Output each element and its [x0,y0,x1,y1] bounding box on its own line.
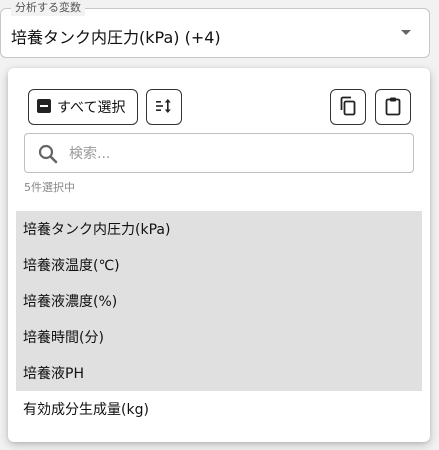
search-box[interactable] [24,133,414,173]
list-item[interactable]: 培養タンク内圧力(kPa) [16,211,422,247]
select-all-button[interactable]: すべて選択 [28,89,138,125]
variable-select-value: 培養タンク内圧力(kPa) (+4) [11,28,221,47]
copy-button[interactable] [330,89,366,125]
list-item[interactable]: 培養液温度(℃) [16,247,422,283]
copy-icon [338,96,358,119]
list-item-label: 培養液濃度(%) [23,294,118,310]
variable-list: 培養タンク内圧力(kPa) 培養液温度(℃) 培養液濃度(%) 培養時間(分) … [16,211,422,427]
search-icon [37,143,59,165]
dropdown-panel: すべて選択 検索... 5件選択中 培養タンク内圧力(kPa) 培養液温度(℃)… [8,68,430,442]
list-item-label: 培養時間(分) [23,330,104,346]
sort-icon [155,97,173,118]
minus-square-icon [37,98,51,116]
sort-button[interactable] [146,89,182,125]
variable-select[interactable]: 分析する変数 培養タンク内圧力(kPa) (+4) [0,0,430,58]
caret-down-icon[interactable] [401,30,411,35]
selected-count: 5件選択中 [24,181,75,194]
select-all-label: すべて選択 [57,99,126,115]
list-item-label: 有効成分生成量(kg) [23,402,149,418]
list-item[interactable]: 有効成分生成量(kg) [16,391,422,427]
list-item-label: 培養液温度(℃) [23,258,120,274]
search-input[interactable] [67,142,397,166]
list-item-label: 培養液PH [23,366,84,382]
paste-button[interactable] [375,89,411,125]
list-item[interactable]: 培養時間(分) [16,319,422,355]
list-item-label: 培養タンク内圧力(kPa) [23,222,171,238]
clipboard-icon [383,96,403,119]
list-item[interactable]: 培養液濃度(%) [16,283,422,319]
page: 分析する変数 培養タンク内圧力(kPa) (+4) すべて選択 検索... 5件… [0,0,439,450]
variable-select-legend: 分析する変数 [11,0,85,16]
list-item[interactable]: 培養液PH [16,355,422,391]
